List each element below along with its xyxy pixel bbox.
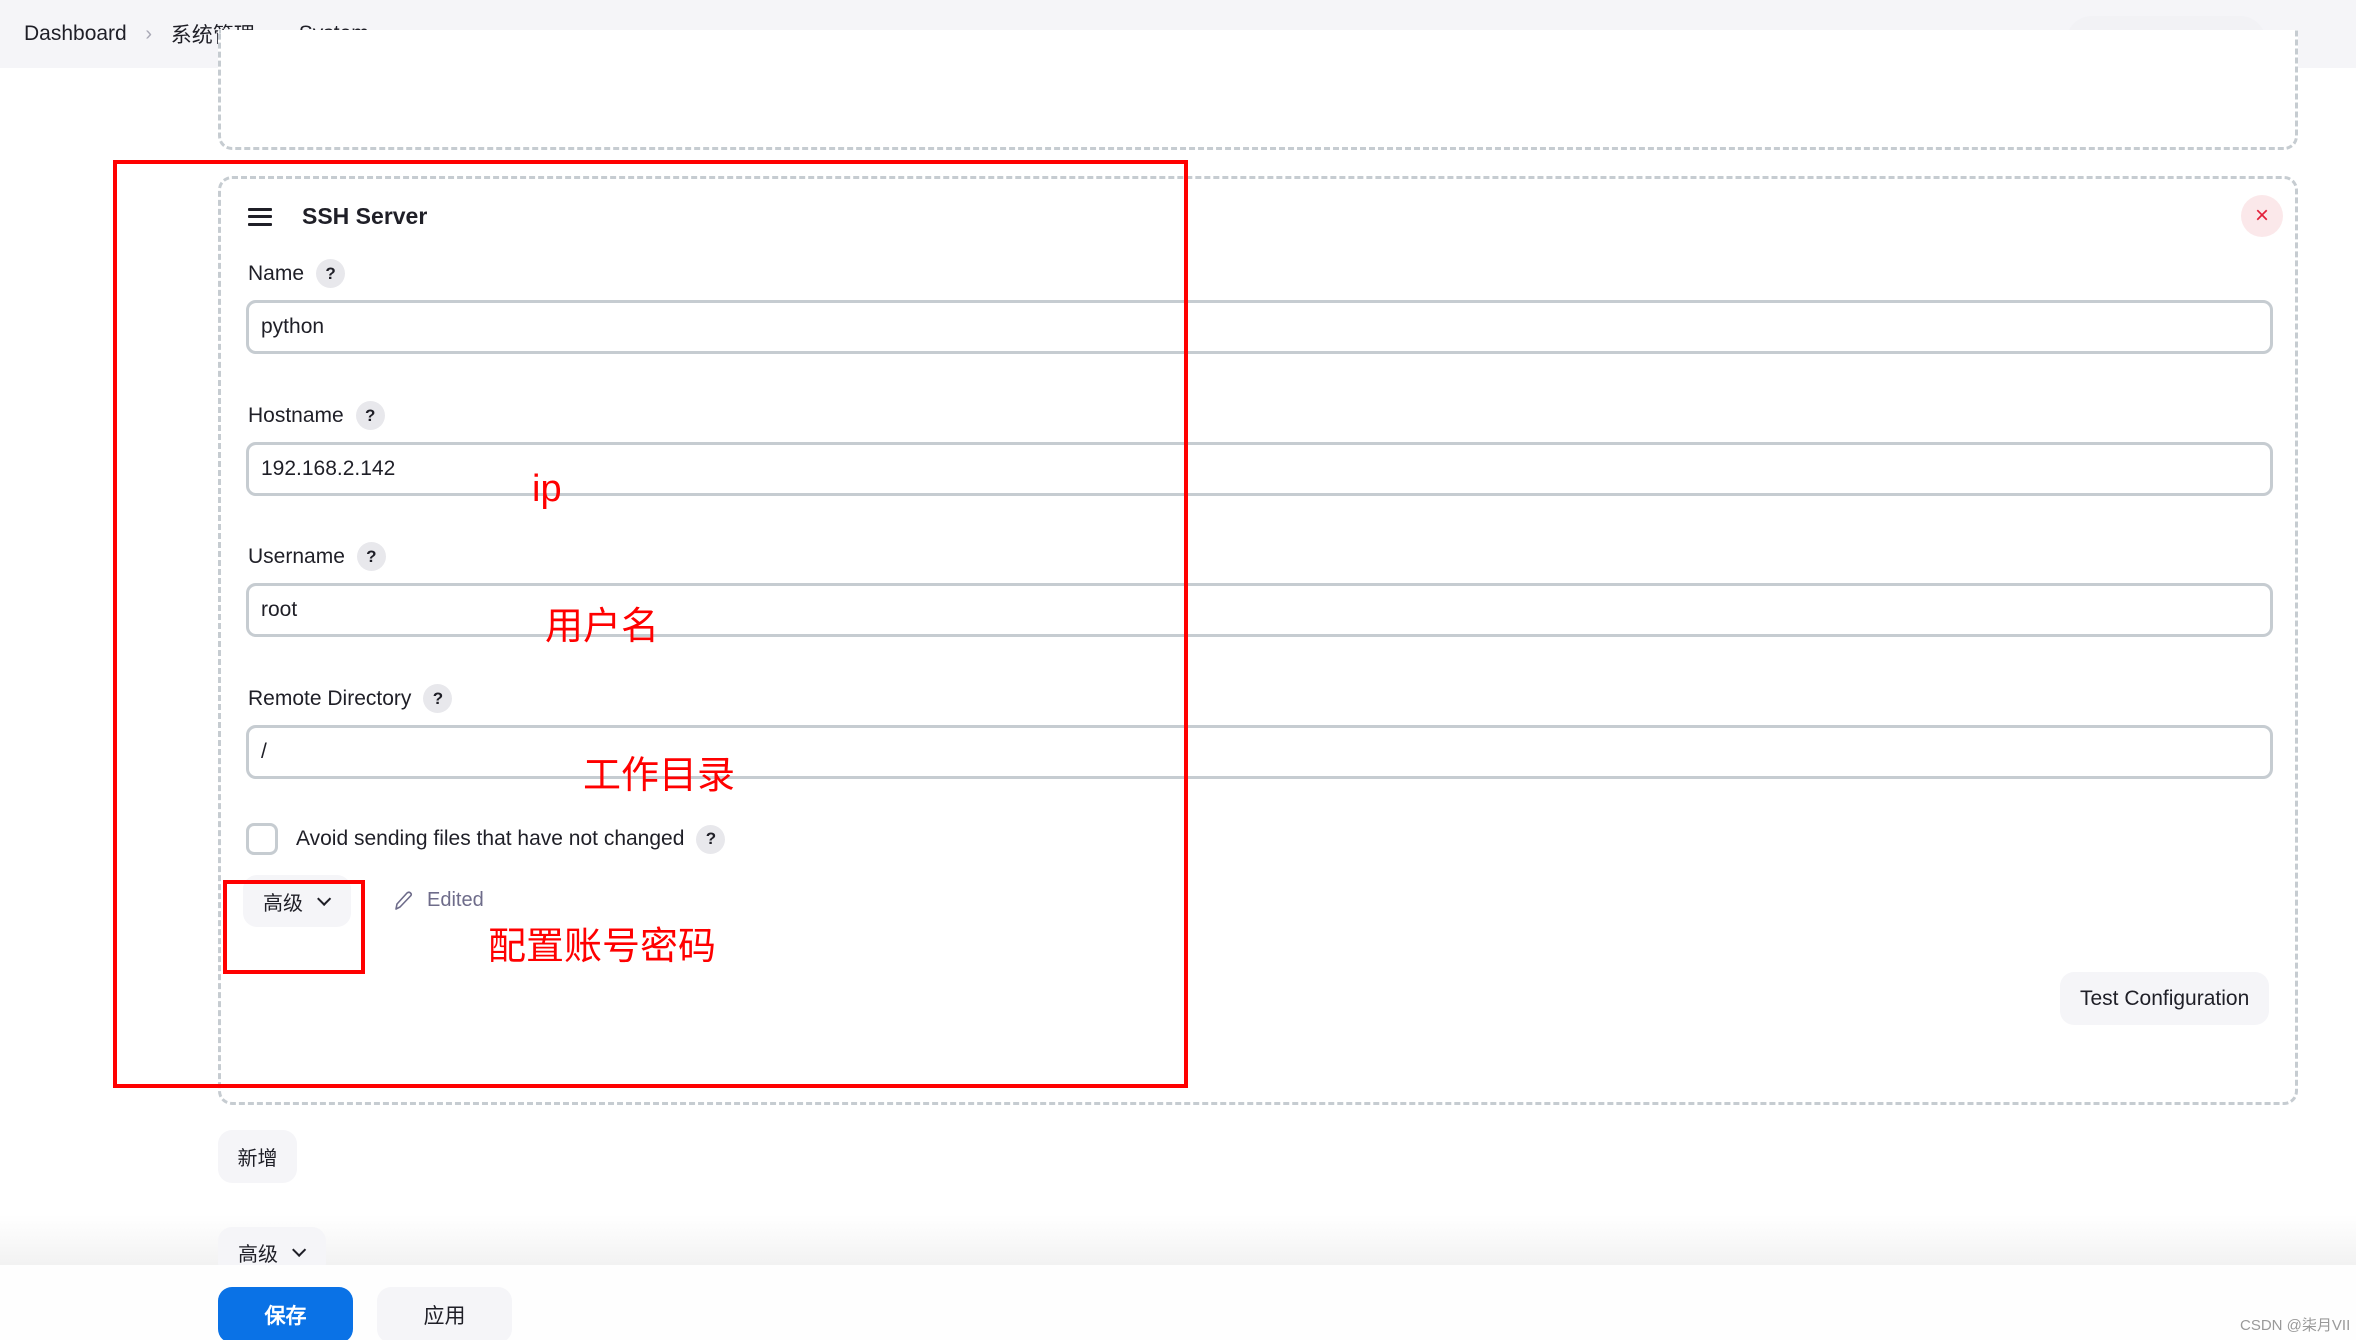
hostname-label: Hostname ? [248, 401, 385, 430]
chevron-down-icon [292, 1242, 307, 1257]
hostname-input[interactable] [246, 442, 2273, 496]
help-icon[interactable]: ? [355, 401, 385, 430]
help-icon[interactable]: ? [316, 259, 346, 288]
help-icon[interactable]: ? [696, 824, 726, 854]
test-configuration-button[interactable]: Test Configuration [2060, 972, 2270, 1025]
drag-handle-icon[interactable] [248, 207, 272, 226]
close-icon[interactable]: × [2241, 195, 2283, 237]
hostname-label-text: Hostname [248, 403, 344, 427]
username-label-text: Username [248, 544, 345, 568]
footer-shadow [0, 1215, 2356, 1265]
avoid-sending-checkbox[interactable] [246, 823, 278, 855]
username-input[interactable] [246, 583, 2273, 637]
edited-label: Edited [427, 889, 484, 911]
avoid-sending-row: Avoid sending files that have not change… [246, 823, 726, 855]
chevron-down-icon [317, 891, 332, 906]
watermark: CSDN @柒月VII [2240, 1317, 2351, 1334]
edited-indicator: Edited [393, 889, 484, 912]
previous-config-card [218, 30, 2298, 150]
avoid-sending-label[interactable]: Avoid sending files that have not change… [296, 827, 684, 851]
advanced-button[interactable]: 高级 [243, 875, 351, 927]
help-icon[interactable]: ? [423, 684, 453, 713]
save-button[interactable]: 保存 [218, 1287, 353, 1340]
add-server-button[interactable]: 新增 [218, 1130, 297, 1183]
remote-directory-label: Remote Directory ? [248, 684, 453, 713]
breadcrumb-dashboard[interactable]: Dashboard [24, 22, 127, 46]
chevron-right-icon[interactable]: › [127, 23, 171, 46]
name-input[interactable] [246, 300, 2273, 354]
ssh-server-title: SSH Server [302, 203, 428, 229]
footer-bar [0, 1265, 2356, 1340]
pencil-icon [395, 890, 413, 910]
remote-directory-label-text: Remote Directory [248, 686, 412, 710]
name-label-text: Name [248, 261, 305, 285]
username-label: Username ? [248, 542, 386, 571]
ssh-server-card: SSH Server × Name ? Hostname ? Username … [218, 176, 2298, 1105]
global-advanced-label: 高级 [238, 1243, 278, 1266]
help-icon[interactable]: ? [356, 542, 386, 571]
remote-directory-input[interactable] [246, 725, 2273, 779]
ssh-server-header: SSH Server [248, 203, 427, 230]
advanced-button-label: 高级 [263, 892, 303, 915]
apply-button[interactable]: 应用 [377, 1287, 512, 1340]
name-label: Name ? [248, 259, 346, 288]
